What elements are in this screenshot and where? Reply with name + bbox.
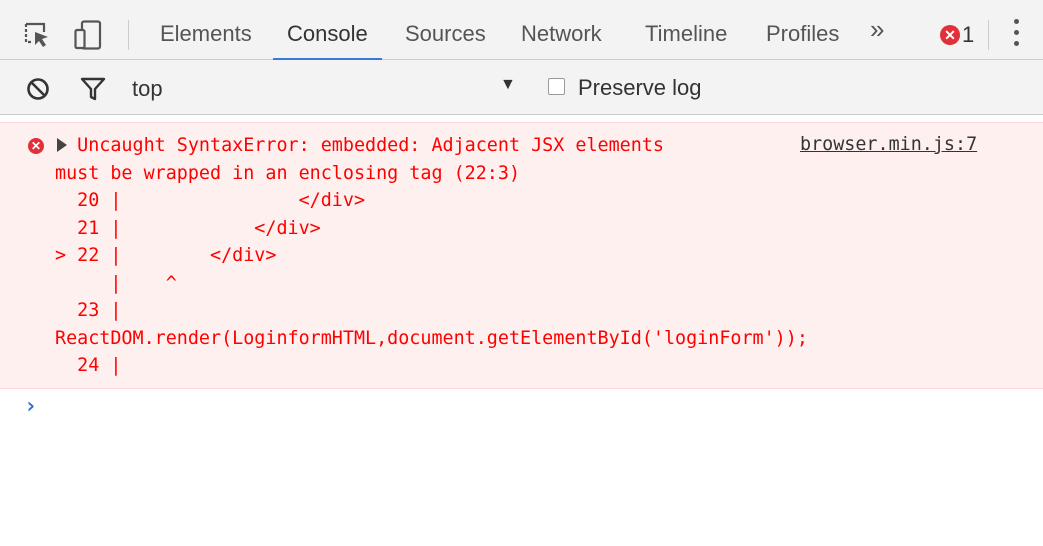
toolbar-divider xyxy=(988,20,989,50)
error-icon: ✕ xyxy=(940,25,960,45)
error-line: > 22 | </div> xyxy=(55,245,277,266)
tab-timeline[interactable]: Timeline xyxy=(645,0,727,60)
tab-elements[interactable]: Elements xyxy=(160,0,252,60)
more-menu-icon[interactable] xyxy=(1013,19,1021,51)
error-icon: ✕ xyxy=(28,138,44,154)
error-line: 21 | </div> xyxy=(55,217,321,239)
tab-network[interactable]: Network xyxy=(521,0,602,60)
devtools-tab-bar: Elements Console Sources Network Timelin… xyxy=(0,0,1043,60)
filter-icon[interactable] xyxy=(80,77,106,101)
tab-sources[interactable]: Sources xyxy=(405,0,486,60)
console-output: ✕ Uncaught SyntaxError: embedded: Adjace… xyxy=(0,116,1043,546)
error-count: 1 xyxy=(962,22,975,47)
tab-profiles[interactable]: Profiles xyxy=(766,0,839,60)
source-link[interactable]: browser.min.js:7 xyxy=(800,134,977,155)
console-filter-bar: top ▼ Preserve log xyxy=(0,60,1043,115)
error-line: ReactDOM.render(LoginformHTML,document.g… xyxy=(55,327,808,349)
more-tabs-icon[interactable]: » xyxy=(870,14,884,45)
tab-console[interactable]: Console xyxy=(273,0,382,60)
preserve-log-label: Preserve log xyxy=(578,75,702,100)
context-select[interactable]: top ▼ xyxy=(128,72,528,104)
error-text: Uncaught SyntaxError: embedded: Adjacent… xyxy=(55,132,1015,380)
error-line: 24 | xyxy=(55,355,122,376)
error-line: | ^ xyxy=(55,272,177,294)
console-prompt-icon: › xyxy=(24,394,38,419)
inspect-element-icon[interactable] xyxy=(24,22,50,48)
error-line: 20 | </div> xyxy=(55,190,366,211)
error-line: 23 | xyxy=(55,300,122,321)
error-line: must be wrapped in an enclosing tag (22:… xyxy=(55,162,521,184)
context-value: top xyxy=(132,76,163,101)
preserve-log-checkbox[interactable] xyxy=(548,78,565,95)
chevron-down-icon: ▼ xyxy=(500,76,516,93)
toolbar-divider xyxy=(128,20,129,50)
error-line: Uncaught SyntaxError: embedded: Adjacent… xyxy=(55,135,664,156)
clear-console-icon[interactable] xyxy=(26,77,50,101)
console-input[interactable] xyxy=(52,392,1012,422)
device-mode-icon[interactable] xyxy=(74,20,102,50)
console-error-message: ✕ Uncaught SyntaxError: embedded: Adjace… xyxy=(0,122,1043,389)
